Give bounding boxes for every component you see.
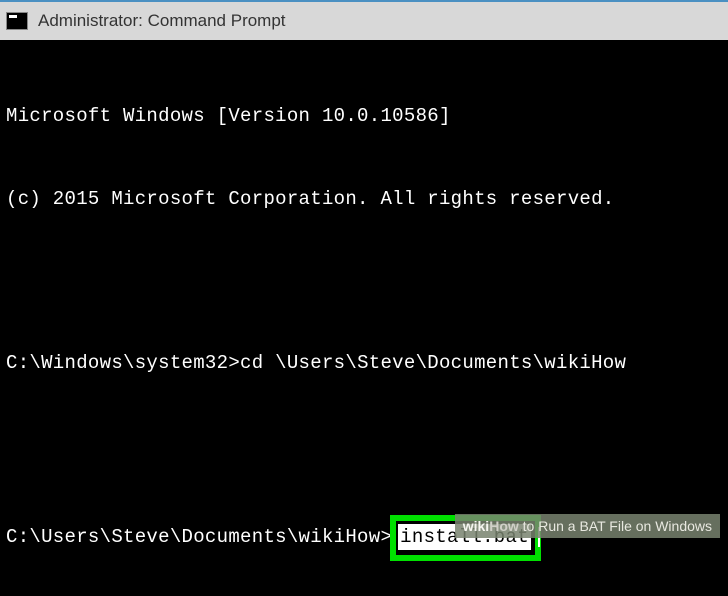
window-titlebar[interactable]: Administrator: Command Prompt [0,0,728,40]
version-line: Microsoft Windows [Version 10.0.10586] [6,103,722,131]
terminal-output[interactable]: Microsoft Windows [Version 10.0.10586] (… [0,40,728,596]
blank-line [6,268,722,295]
command-line-1: C:\Windows\system32>cd \Users\Steve\Docu… [6,350,722,378]
watermark-how: How [489,518,519,534]
window-title: Administrator: Command Prompt [38,11,286,31]
command-1: cd \Users\Steve\Documents\wikiHow [240,352,626,374]
prompt-1: C:\Windows\system32> [6,352,240,374]
watermark-wiki: wiki [463,518,489,534]
copyright-line: (c) 2015 Microsoft Corporation. All righ… [6,186,722,214]
cmd-icon [6,12,28,30]
watermark-title: to Run a BAT File on Windows [519,518,712,534]
wikihow-watermark: wikiHow to Run a BAT File on Windows [455,514,720,538]
blank-line [6,433,722,460]
prompt-2: C:\Users\Steve\Documents\wikiHow> [6,526,392,548]
